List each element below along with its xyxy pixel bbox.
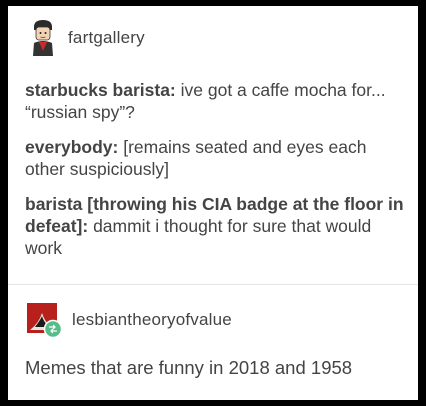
reblog-icon — [43, 319, 63, 339]
username[interactable]: lesbiantheoryofvalue — [72, 310, 232, 330]
avatar[interactable] — [28, 18, 58, 56]
dialogue-line: barista [throwing his CIA badge at the f… — [25, 193, 405, 259]
dialogue-line: starbucks barista: ive got a caffe mocha… — [25, 79, 405, 123]
post-card: fartgallery starbucks barista: ive got a… — [8, 6, 418, 400]
reblog-comment: Memes that are funny in 2018 and 1958 — [25, 357, 353, 378]
speaker-label: starbucks barista: — [25, 80, 176, 100]
original-post: fartgallery starbucks barista: ive got a… — [8, 6, 418, 282]
avatar[interactable] — [27, 303, 63, 339]
username[interactable]: fartgallery — [68, 28, 145, 48]
speaker-label: everybody: — [25, 137, 119, 157]
dialogue-line: everybody: [remains seated and eyes each… — [25, 136, 405, 180]
divider — [8, 284, 418, 285]
